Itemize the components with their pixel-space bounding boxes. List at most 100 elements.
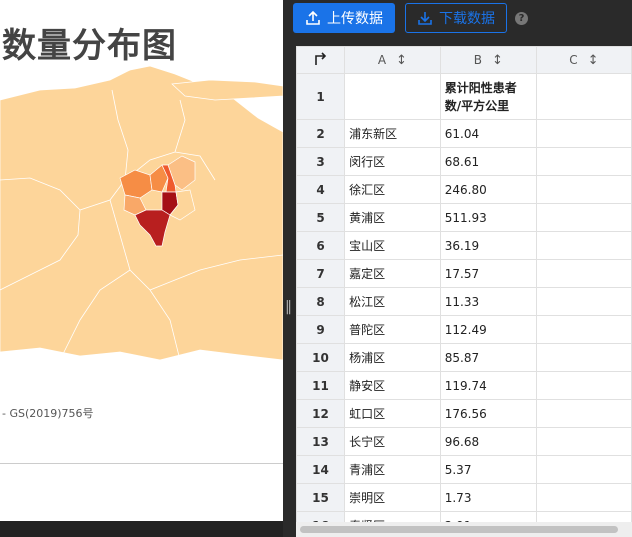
choropleth-map	[0, 65, 283, 360]
row-number[interactable]: 12	[296, 399, 346, 428]
cell-c[interactable]	[535, 287, 632, 316]
cell-a[interactable]: 虹口区	[344, 399, 441, 428]
cell-b[interactable]: 61.04	[439, 119, 537, 148]
cell-c[interactable]	[535, 73, 632, 120]
cell-c[interactable]	[535, 231, 632, 260]
cell-a[interactable]: 长宁区	[344, 427, 441, 456]
row-number[interactable]: 3	[296, 147, 346, 176]
corner-cell[interactable]	[296, 46, 346, 74]
cell-a[interactable]: 奉贤区	[344, 511, 441, 522]
table-row: 10 杨浦区 85.87	[296, 343, 632, 372]
cell-b[interactable]: 2.91	[439, 511, 537, 522]
cell-c[interactable]	[535, 203, 632, 232]
table-row: 7 嘉定区 17.57	[296, 259, 632, 288]
row-number[interactable]: 8	[296, 287, 346, 316]
cell-a[interactable]: 徐汇区	[344, 175, 441, 204]
cell-c[interactable]	[535, 455, 632, 484]
corner-arrow-icon	[314, 51, 326, 65]
row-number[interactable]: 6	[296, 231, 346, 260]
cell-a[interactable]: 闵行区	[344, 147, 441, 176]
table-row: 16奉贤区2.91	[296, 511, 632, 522]
sort-icon[interactable]: ↕	[492, 53, 503, 68]
cell-b[interactable]: 5.37	[439, 455, 537, 484]
cell-c[interactable]	[535, 343, 632, 372]
panel-resizer[interactable]: ‖	[283, 0, 293, 537]
cell-b[interactable]: 96.68	[439, 427, 537, 456]
sort-icon[interactable]: ↕	[396, 53, 407, 68]
cell-b[interactable]: 112.49	[439, 315, 537, 344]
table-row: 1 累计阳性患者数/平方公里	[296, 73, 632, 120]
cell-b[interactable]: 17.57	[439, 259, 537, 288]
cell-a[interactable]: 宝山区	[344, 231, 441, 260]
table-row: 13 长宁区 96.68	[296, 427, 632, 456]
scrollbar-thumb[interactable]	[300, 526, 618, 533]
cell-a[interactable]: 松江区	[344, 287, 441, 316]
cell-c[interactable]	[535, 175, 632, 204]
upload-button[interactable]: 上传数据	[293, 3, 395, 33]
row-number[interactable]: 5	[296, 203, 346, 232]
row-number[interactable]: 14	[296, 455, 346, 484]
cell-a[interactable]: 青浦区	[344, 455, 441, 484]
download-icon	[418, 12, 432, 25]
column-header-a[interactable]: A ↕	[344, 46, 441, 74]
cell-b[interactable]: 85.87	[439, 343, 537, 372]
cell-b[interactable]: 176.56	[439, 399, 537, 428]
row-number[interactable]: 2	[296, 119, 346, 148]
cell-b[interactable]: 68.61	[439, 147, 537, 176]
cell-c[interactable]	[535, 511, 632, 522]
spreadsheet-grid[interactable]: A ↕ B ↕ C ↕ 1 累计阳性患者数/平方公里 2 浦东新区 61.04 3 闵行区 6…	[296, 46, 632, 522]
table-row: 12 虹口区 176.56	[296, 399, 632, 428]
table-row: 14 青浦区 5.37	[296, 455, 632, 484]
row-number[interactable]: 9	[296, 315, 346, 344]
cell-c[interactable]	[535, 315, 632, 344]
table-row: 4 徐汇区 246.80	[296, 175, 632, 204]
cell-c[interactable]	[535, 399, 632, 428]
cell-b[interactable]: 11.33	[439, 287, 537, 316]
row-number[interactable]: 11	[296, 371, 346, 400]
cell-a[interactable]: 静安区	[344, 371, 441, 400]
cell-c[interactable]	[535, 427, 632, 456]
cell-c[interactable]	[535, 147, 632, 176]
table-row: 6 宝山区 36.19	[296, 231, 632, 260]
cell-b[interactable]: 119.74	[439, 371, 537, 400]
cell-a[interactable]: 黄浦区	[344, 203, 441, 232]
column-label: B	[473, 52, 482, 67]
cell-b[interactable]: 1.73	[439, 483, 537, 512]
cell-c[interactable]	[535, 259, 632, 288]
row-number[interactable]: 16	[296, 511, 346, 522]
upload-label: 上传数据	[327, 11, 383, 27]
cell-a[interactable]: 嘉定区	[344, 259, 441, 288]
cell-a[interactable]: 浦东新区	[344, 119, 441, 148]
column-header-b[interactable]: B ↕	[439, 46, 537, 74]
horizontal-scrollbar[interactable]	[296, 522, 632, 537]
row-number[interactable]: 13	[296, 427, 346, 456]
map-credit: - GS(2019)756号	[2, 407, 94, 420]
row-number[interactable]: 1	[296, 73, 346, 120]
sort-icon[interactable]: ↕	[588, 53, 599, 68]
cell-b[interactable]: 246.80	[439, 175, 537, 204]
data-panel: 上传数据 下载数据 ? A ↕ B ↕ C ↕ 1 累计阳性患者数/平方公里 2…	[293, 0, 632, 537]
map-panel: 数量分布图 - GS(2019)756号	[0, 0, 283, 537]
column-header-c[interactable]: C ↕	[535, 46, 632, 74]
column-label: A	[377, 52, 387, 67]
cell-c[interactable]	[535, 371, 632, 400]
cell-a[interactable]: 崇明区	[344, 483, 441, 512]
row-number[interactable]: 10	[296, 343, 346, 372]
table-row: 8 松江区 11.33	[296, 287, 632, 316]
help-icon[interactable]: ?	[515, 12, 528, 25]
row-number[interactable]: 7	[296, 259, 346, 288]
cell-a[interactable]	[344, 73, 441, 120]
cell-b[interactable]: 36.19	[439, 231, 537, 260]
download-button[interactable]: 下载数据	[405, 3, 507, 33]
cell-a[interactable]: 杨浦区	[344, 343, 441, 372]
cell-b[interactable]: 511.93	[439, 203, 537, 232]
cell-c[interactable]	[535, 483, 632, 512]
cell-b[interactable]: 累计阳性患者数/平方公里	[439, 73, 537, 120]
row-number[interactable]: 4	[296, 175, 346, 204]
bottom-bar	[0, 521, 283, 537]
resize-grip-icon[interactable]: ‖	[285, 300, 292, 314]
cell-c[interactable]	[535, 119, 632, 148]
cell-a[interactable]: 普陀区	[344, 315, 441, 344]
map-regions	[0, 65, 283, 360]
row-number[interactable]: 15	[296, 483, 346, 512]
